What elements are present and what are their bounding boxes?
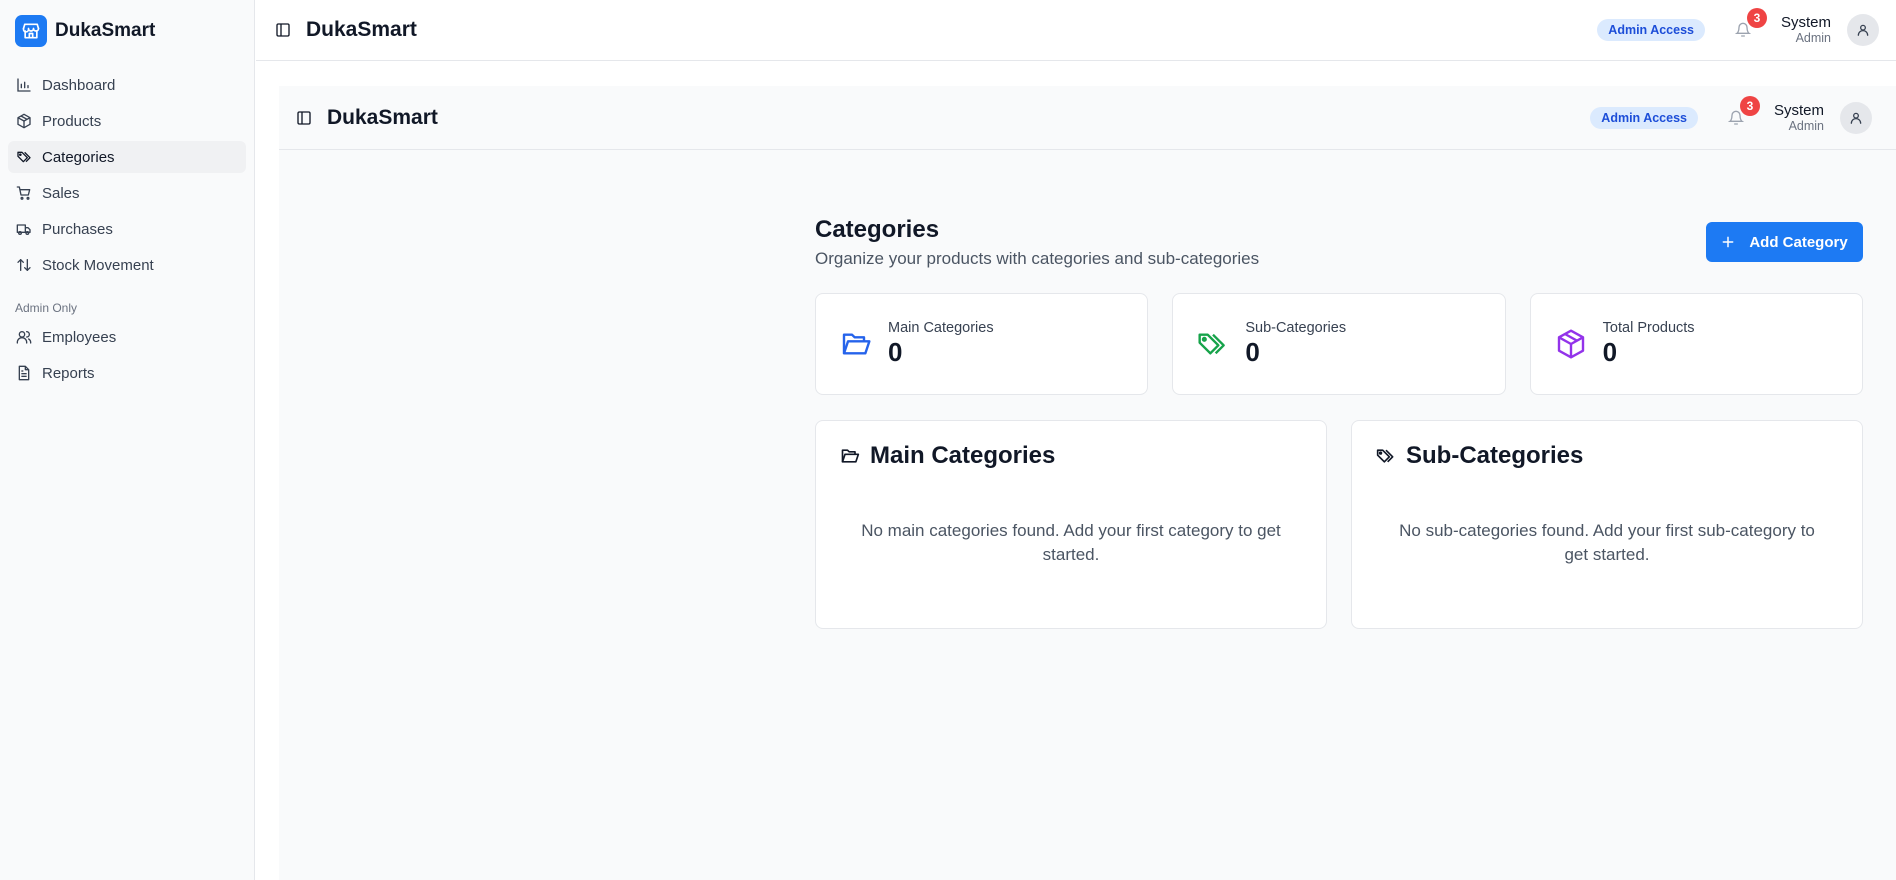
truck-icon <box>16 221 32 237</box>
sidebar-item-sales[interactable]: Sales <box>8 177 246 209</box>
user-icon <box>1856 23 1870 37</box>
sidebar-item-label: Reports <box>42 364 95 382</box>
sidebar-item-stock-movement[interactable]: Stock Movement <box>8 249 246 281</box>
user-icon <box>1849 111 1863 125</box>
admin-section-label: Admin Only <box>15 301 78 315</box>
stat-card-sub-categories: Sub-Categories 0 <box>1172 293 1506 395</box>
stat-card-total-products: Total Products 0 <box>1529 293 1863 395</box>
tags-icon <box>16 149 32 165</box>
category-panels: Main Categories No main categories found… <box>815 420 1863 629</box>
sidebar-toggle-icon[interactable] <box>273 20 293 40</box>
stat-value: 0 <box>1245 337 1260 367</box>
stat-value: 0 <box>1602 337 1618 367</box>
brand[interactable]: DukaSmart <box>0 0 254 61</box>
sidebar-item-label: Sales <box>42 184 80 202</box>
sidebar-item-products[interactable]: Products <box>8 105 246 137</box>
sidebar-item-label: Dashboard <box>42 76 116 94</box>
inner-user-role: Admin <box>1788 118 1824 133</box>
sidebar-item-label: Categories <box>42 148 115 166</box>
inner-header-title: DukaSmart <box>327 105 438 129</box>
main-content: Categories Organize your products with c… <box>815 216 1863 629</box>
inner-sidebar-toggle-icon[interactable] <box>294 108 314 128</box>
stat-label: Sub-Categories <box>1245 320 1347 336</box>
inner-avatar[interactable] <box>1840 101 1872 134</box>
user-info: System Admin <box>1781 14 1831 46</box>
sub-categories-empty-state: No sub-categories found. Add your first … <box>1399 521 1815 564</box>
stat-label: Main Categories <box>888 320 994 336</box>
inner-header: DukaSmart Admin Access 3 System Admin <box>279 86 1896 150</box>
main-categories-empty-state: No main categories found. Add your first… <box>861 521 1281 564</box>
notification-count-badge: 3 <box>1746 8 1767 28</box>
sidebar-item-categories[interactable]: Categories <box>8 141 246 173</box>
sidebar-item-dashboard[interactable]: Dashboard <box>8 69 246 101</box>
sidebar-item-employees[interactable]: Employees <box>8 321 246 353</box>
sidebar-nav: Dashboard Products Categories Sales Purc… <box>0 61 254 389</box>
add-category-button[interactable]: Add Category <box>1706 222 1863 262</box>
inner-user-info: System Admin <box>1774 102 1824 134</box>
shopping-cart-icon <box>16 185 32 201</box>
tags-icon <box>1376 446 1396 466</box>
top-header: DukaSmart Admin Access 3 System Admin <box>256 0 1896 61</box>
stat-card-main-categories: Main Categories 0 <box>815 293 1149 395</box>
notifications-button[interactable]: 3 <box>1731 8 1767 42</box>
sidebar-item-label: Stock Movement <box>42 256 154 274</box>
avatar[interactable] <box>1847 14 1879 46</box>
sub-categories-panel: Sub-Categories No sub-categories found. … <box>1351 420 1863 629</box>
sidebar-item-label: Purchases <box>42 220 113 238</box>
sidebar-item-label: Products <box>42 112 102 130</box>
main-categories-panel: Main Categories No main categories found… <box>815 420 1327 629</box>
header-title: DukaSmart <box>306 18 417 41</box>
stats-row: Main Categories 0 Sub-Categories 0 Total… <box>815 293 1863 395</box>
stat-label: Total Products <box>1602 320 1695 336</box>
plus-icon <box>1721 235 1735 249</box>
inner-notification-count-badge: 3 <box>1739 95 1760 116</box>
folder-open-icon <box>840 446 860 466</box>
brand-name: DukaSmart <box>55 19 156 41</box>
sidebar-item-purchases[interactable]: Purchases <box>8 213 246 245</box>
store-icon <box>15 14 47 47</box>
stat-value: 0 <box>888 337 903 367</box>
sidebar-item-label: Employees <box>42 328 117 346</box>
inner-notifications-button[interactable]: 3 <box>1724 95 1760 130</box>
inner-admin-access-badge: Admin Access <box>1590 106 1698 129</box>
package-icon <box>16 113 32 129</box>
inner-user-name: System <box>1773 101 1824 119</box>
main-categories-title: Main Categories <box>870 442 1056 469</box>
package-icon <box>1555 328 1587 360</box>
sidebar: DukaSmart Dashboard Products Categories … <box>0 0 255 880</box>
arrow-up-down-icon <box>16 257 32 273</box>
users-icon <box>16 329 32 345</box>
bar-chart-icon <box>16 77 32 93</box>
user-role: Admin <box>1795 31 1831 46</box>
folder-open-icon <box>840 328 872 360</box>
admin-access-badge: Admin Access <box>1597 19 1705 41</box>
add-category-label: Add Category <box>1749 233 1848 251</box>
file-text-icon <box>16 365 32 381</box>
sub-categories-title: Sub-Categories <box>1406 442 1584 469</box>
sidebar-item-reports[interactable]: Reports <box>8 357 246 389</box>
user-name: System <box>1780 14 1831 32</box>
tags-icon <box>1197 328 1229 360</box>
